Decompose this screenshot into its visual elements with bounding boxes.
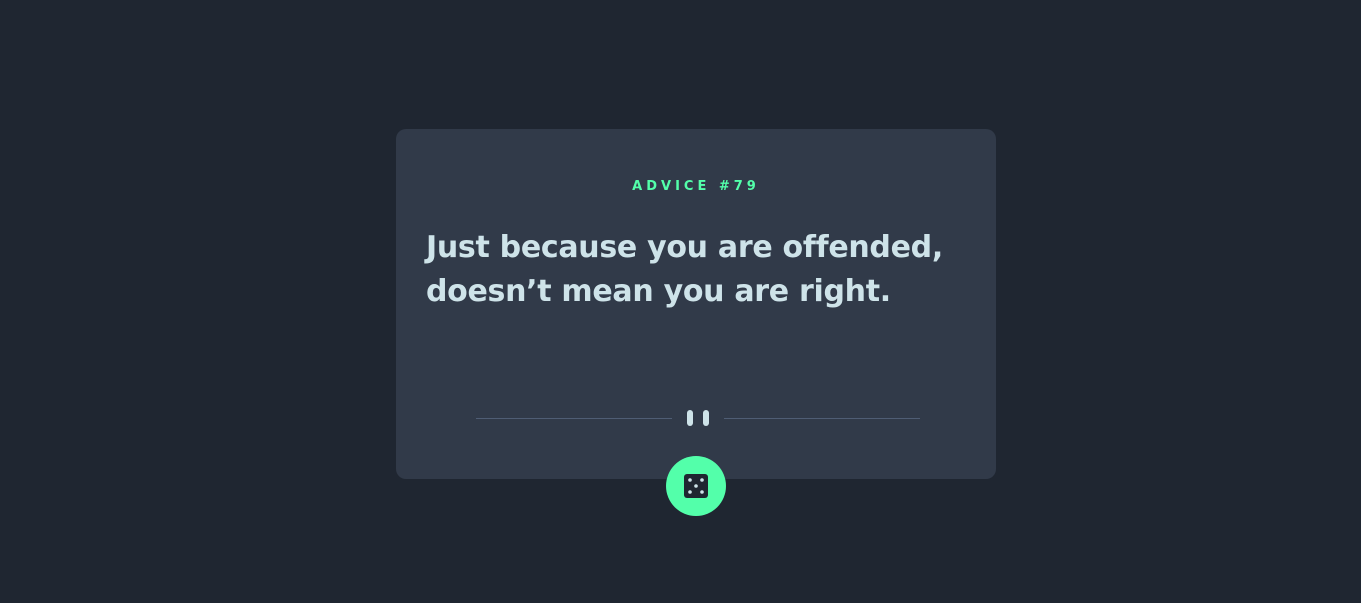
pause-bar-left	[687, 410, 693, 426]
advice-title: ADVICE #79	[632, 179, 760, 194]
divider-line-right	[724, 418, 920, 419]
pause-bar-right	[703, 410, 709, 426]
advice-quote: Just because you are offended, doesn’t m…	[426, 230, 943, 309]
divider	[476, 408, 920, 428]
pause-icon	[687, 410, 709, 426]
divider-line-left	[476, 418, 672, 419]
generate-advice-button[interactable]	[666, 456, 726, 516]
dice-icon	[684, 474, 708, 498]
advice-card: ADVICE #79 Just because you are offended…	[396, 129, 996, 479]
